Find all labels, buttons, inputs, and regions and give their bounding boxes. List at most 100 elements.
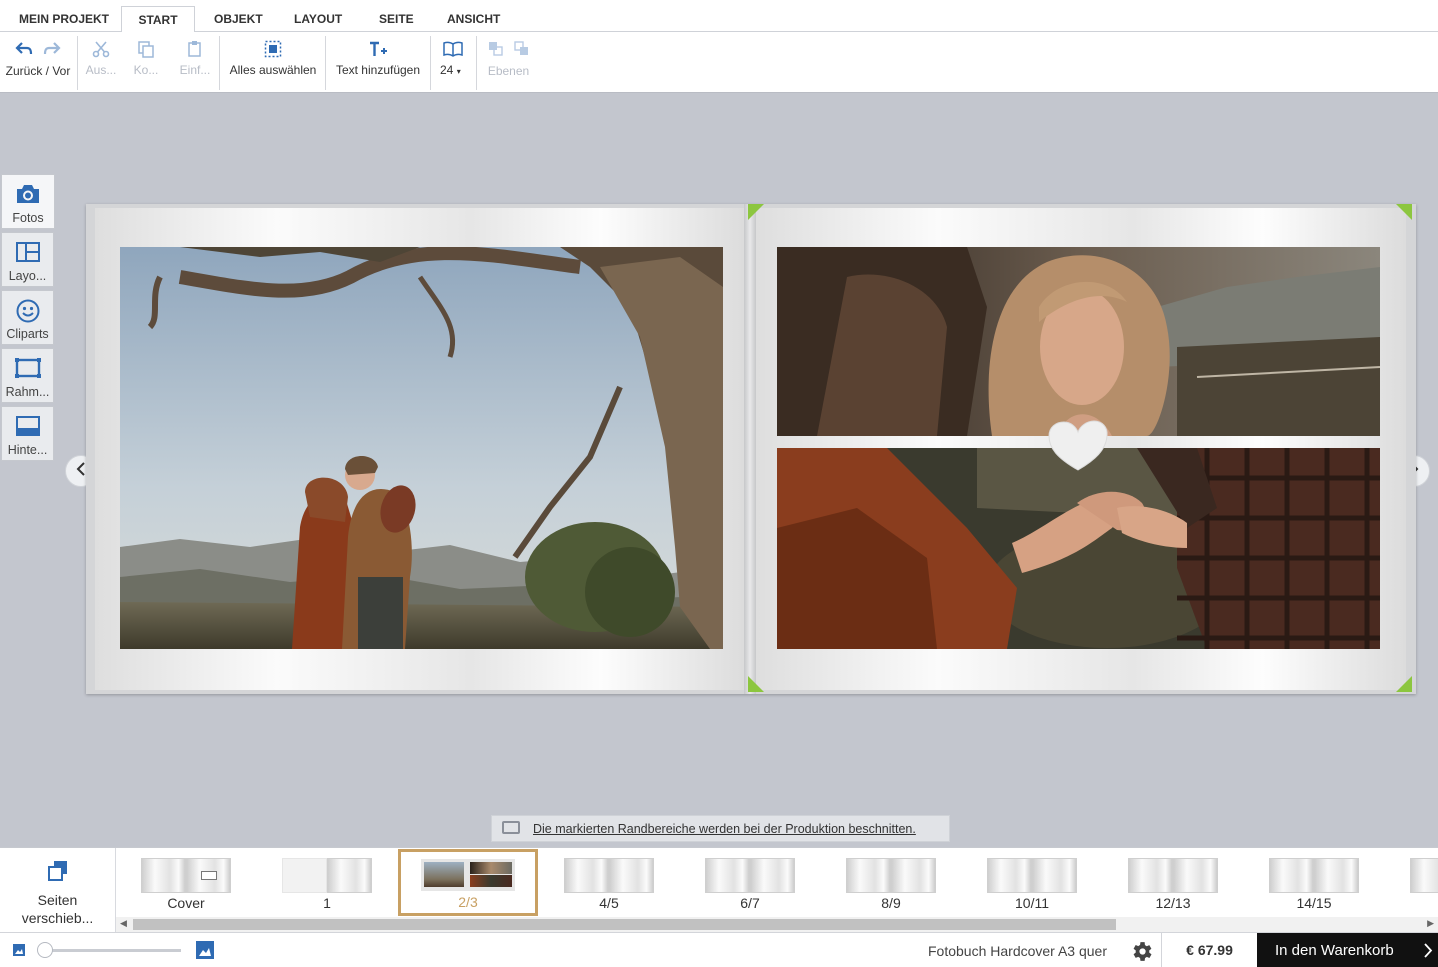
page-thumb-label: 10/11 — [1015, 895, 1049, 911]
page-thumb-label: 8/9 — [881, 895, 901, 911]
small-image-icon[interactable] — [13, 943, 25, 961]
frame-icon — [14, 357, 42, 382]
tab-layout[interactable]: LAYOUT — [286, 6, 350, 32]
add-to-cart-button[interactable]: In den Warenkorb — [1257, 933, 1438, 967]
page-thumb-next[interactable] — [1410, 858, 1438, 908]
tab-seite[interactable]: SEITE — [371, 6, 422, 32]
add-to-cart-label: In den Warenkorb — [1275, 942, 1394, 959]
large-image-icon[interactable] — [196, 941, 214, 964]
photo-couple-under-tree[interactable] — [120, 247, 723, 649]
trim-notice-icon — [502, 821, 520, 834]
page-thumb-label: 12/13 — [1155, 895, 1191, 911]
scroll-left-icon[interactable]: ◀ — [120, 918, 127, 929]
tab-mein-projekt[interactable]: MEIN PROJEKT — [11, 6, 117, 32]
left-page[interactable] — [95, 208, 744, 690]
trim-notice-link[interactable]: Die markierten Randbereiche werden bei d… — [533, 822, 916, 836]
page-thumb-cover[interactable]: Cover — [141, 858, 231, 911]
sidebar-item-label: Layo... — [8, 269, 47, 283]
page-thumb-2-3[interactable]: 2/3 — [398, 849, 538, 916]
trim-notice: Die markierten Randbereiche werden bei d… — [491, 815, 950, 842]
paste-label: Einf... — [179, 63, 211, 77]
page-thumb-8-9[interactable]: 8/9 — [846, 858, 936, 911]
chevron-down-icon: ▾ — [456, 67, 461, 76]
zoom-slider-knob[interactable] — [37, 942, 53, 958]
cut-button[interactable]: Aus... — [82, 32, 120, 93]
zoom-slider[interactable] — [37, 942, 181, 958]
layout-icon — [15, 241, 41, 266]
trim-marker — [1396, 676, 1412, 692]
tab-start[interactable]: START — [121, 6, 195, 33]
photobook-spread — [86, 204, 1416, 694]
toolbar-divider — [219, 36, 220, 90]
add-text-button[interactable]: Text hinzufügen — [332, 32, 424, 93]
toolbar-divider — [77, 36, 78, 90]
page-thumb-label: 14/15 — [1296, 895, 1332, 911]
page-count-dropdown[interactable]: 24 ▾ — [435, 32, 471, 93]
sidebar-item-backgrounds[interactable]: Hinte... — [1, 406, 54, 461]
camera-icon — [15, 183, 41, 208]
add-text-icon — [368, 40, 388, 61]
page-thumb-label: 6/7 — [740, 895, 760, 911]
book-spine — [744, 204, 756, 694]
heart-clipart[interactable] — [1047, 420, 1109, 472]
tab-ansicht[interactable]: ANSICHT — [439, 6, 508, 32]
copy-icon — [137, 40, 155, 61]
redo-icon[interactable] — [43, 41, 61, 60]
trim-marker — [1396, 204, 1412, 220]
page-thumb-label: Cover — [167, 895, 205, 911]
layer-front-icon[interactable] — [488, 41, 504, 60]
smiley-icon — [15, 299, 41, 326]
page-thumb-14-15[interactable]: 14/15 — [1269, 858, 1359, 911]
chevron-right-icon — [1422, 933, 1434, 967]
page-count-value: 24 — [440, 63, 454, 77]
toolbar-divider — [476, 36, 477, 90]
undo-redo-label: Zurück / Vor — [5, 64, 71, 78]
photo-woman-portrait[interactable] — [777, 247, 1380, 436]
page-thumb-12-13[interactable]: 12/13 — [1128, 858, 1218, 911]
undo-icon[interactable] — [15, 41, 33, 60]
sidebar-item-fotos[interactable]: Fotos — [1, 174, 55, 229]
price-label: € 67.99 — [1161, 933, 1257, 967]
undo-redo-group: Zurück / Vor — [2, 32, 74, 93]
sidebar-item-label: Rahm... — [5, 385, 50, 399]
scroll-right-icon[interactable]: ▶ — [1427, 918, 1434, 929]
select-all-label: Alles auswählen — [229, 63, 317, 77]
book-view-icon — [443, 41, 463, 60]
paste-button[interactable]: Einf... — [174, 32, 216, 93]
tab-objekt[interactable]: OBJEKT — [206, 6, 271, 32]
toolbar: Zurück / Vor Aus... Ko... Einf... Alles … — [0, 32, 1438, 93]
gear-icon[interactable] — [1129, 939, 1154, 967]
select-all-icon — [264, 40, 282, 61]
right-page[interactable] — [756, 208, 1406, 690]
toolbar-divider — [430, 36, 431, 90]
sidebar-item-label: Fotos — [12, 211, 44, 225]
reorder-label: verschieb... — [21, 910, 94, 926]
sidebar-item-cliparts[interactable]: Cliparts — [1, 290, 54, 345]
page-thumb-4-5[interactable]: 4/5 — [564, 858, 654, 911]
bottom-bar: Fotobuch Hardcover A3 quer € 67.99 In de… — [0, 932, 1438, 967]
background-icon — [15, 415, 41, 440]
scrollbar-thumb[interactable] — [133, 919, 1116, 930]
page-thumb-10-11[interactable]: 10/11 — [987, 858, 1077, 911]
reorder-pages-icon — [46, 859, 70, 886]
cut-label: Aus... — [85, 63, 117, 77]
layers-label: Ebenen — [487, 64, 530, 78]
photo-holding-hands[interactable] — [777, 448, 1380, 649]
select-all-button[interactable]: Alles auswählen — [226, 32, 320, 93]
page-thumb-1[interactable]: 1 — [282, 858, 372, 911]
sidebar-item-layouts[interactable]: Layo... — [1, 232, 54, 287]
copy-button[interactable]: Ko... — [128, 32, 164, 93]
copy-label: Ko... — [133, 63, 159, 77]
menu-bar: MEIN PROJEKT START OBJEKT LAYOUT SEITE A… — [0, 0, 1438, 33]
reorder-label: Seiten — [37, 892, 78, 908]
sidebar-item-label: Hinte... — [7, 443, 48, 457]
page-thumb-label: 4/5 — [599, 895, 619, 911]
page-thumb-label: 1 — [323, 895, 331, 911]
layer-back-icon[interactable] — [513, 40, 530, 60]
reorder-pages-button[interactable]: Seiten verschieb... — [0, 848, 116, 933]
product-name: Fotobuch Hardcover A3 quer — [928, 943, 1107, 959]
page-thumb-6-7[interactable]: 6/7 — [705, 858, 795, 911]
sidebar-item-frames[interactable]: Rahm... — [1, 348, 54, 403]
add-text-label: Text hinzufügen — [335, 63, 421, 77]
pages-scrollbar[interactable]: ◀ ▶ — [116, 917, 1438, 932]
